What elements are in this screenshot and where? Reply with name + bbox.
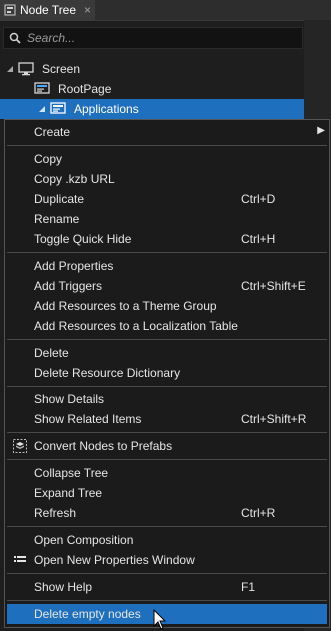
menu-item-label: Convert Nodes to Prefabs xyxy=(34,439,173,453)
submenu-arrow-icon: ▶ xyxy=(317,125,325,136)
menu-item-open-composition[interactable]: Open Composition xyxy=(5,530,329,550)
menu-item-label: Open Composition xyxy=(34,533,134,547)
menu-item-label: Rename xyxy=(34,212,80,226)
menu-item-label: Refresh xyxy=(34,506,77,520)
list-icon xyxy=(14,556,26,562)
menu-item-show-related-items[interactable]: Show Related Items Ctrl+Shift+R xyxy=(5,409,329,429)
search-icon xyxy=(9,32,21,44)
panel-tab-bar: Node Tree × xyxy=(0,0,331,21)
menu-separator xyxy=(7,386,327,387)
menu-item-label: Delete xyxy=(34,346,69,360)
menu-item-label: Add Resources to a Theme Group xyxy=(34,299,217,313)
menu-item-shortcut: Ctrl+Shift+E xyxy=(241,279,306,293)
menu-item-label: Expand Tree xyxy=(34,486,103,500)
menu-item-add-resources-theme[interactable]: Add Resources to a Theme Group xyxy=(5,296,329,316)
menu-item-label: Delete Resource Dictionary xyxy=(34,366,181,380)
menu-item-copy[interactable]: Copy xyxy=(5,149,329,169)
menu-item-toggle-quick-hide[interactable]: Toggle Quick Hide Ctrl+H xyxy=(5,229,329,249)
menu-item-label: Show Related Items xyxy=(34,412,142,426)
menu-item-add-triggers[interactable]: Add Triggers Ctrl+Shift+E xyxy=(5,276,329,296)
menu-item-refresh[interactable]: Refresh Ctrl+R xyxy=(5,503,329,523)
menu-item-expand-tree[interactable]: Expand Tree xyxy=(5,483,329,503)
menu-item-label: Add Properties xyxy=(34,259,114,273)
tree-node-applications[interactable]: Applications xyxy=(38,99,139,119)
page-icon xyxy=(34,82,50,94)
menu-item-shortcut: Ctrl+Shift+R xyxy=(241,412,307,426)
menu-separator xyxy=(7,459,327,460)
tree-node-label: Screen xyxy=(42,62,81,76)
menu-item-shortcut: Ctrl+R xyxy=(241,506,276,520)
menu-item-label: Add Triggers xyxy=(34,279,103,293)
menu-item-label: Toggle Quick Hide xyxy=(34,232,132,246)
menu-item-label: Duplicate xyxy=(34,192,85,206)
node-tree-icon xyxy=(4,4,16,16)
menu-item-shortcut: F1 xyxy=(241,580,256,594)
prefab-icon xyxy=(13,439,27,453)
menu-separator xyxy=(7,600,327,601)
menu-item-delete-empty-nodes[interactable]: Delete empty nodes xyxy=(7,604,327,624)
tree-node-screen[interactable]: Screen xyxy=(6,59,80,79)
tree-node-label: RootPage xyxy=(58,82,112,96)
menu-item-label: Add Resources to a Localization Table xyxy=(34,319,238,333)
menu-item-create[interactable]: Create ▶ xyxy=(5,122,329,142)
menu-item-label: Collapse Tree xyxy=(34,466,109,480)
tree-node-rootpage[interactable]: RootPage xyxy=(22,79,111,99)
menu-separator xyxy=(7,339,327,340)
menu-item-label: Open New Properties Window xyxy=(34,553,195,567)
mouse-cursor-icon xyxy=(153,609,167,630)
search-input[interactable] xyxy=(27,31,287,45)
menu-separator xyxy=(7,573,327,574)
menu-item-label: Show Help xyxy=(34,580,93,594)
menu-item-show-help[interactable]: Show Help F1 xyxy=(5,577,329,597)
menu-item-duplicate[interactable]: Duplicate Ctrl+D xyxy=(5,189,329,209)
menu-separator xyxy=(7,432,327,433)
tree-node-label: Applications xyxy=(74,102,139,116)
menu-item-label: Copy .kzb URL xyxy=(34,172,115,186)
menu-item-label: Show Details xyxy=(34,392,105,406)
screen-icon xyxy=(18,62,34,76)
tab-label: Node Tree xyxy=(20,3,77,17)
menu-item-copy-kzb-url[interactable]: Copy .kzb URL xyxy=(5,169,329,189)
context-menu: Create ▶ Copy Copy .kzb URL Duplicate Ct… xyxy=(4,119,330,628)
menu-item-delete-resource-dictionary[interactable]: Delete Resource Dictionary xyxy=(5,363,329,383)
menu-item-collapse-tree[interactable]: Collapse Tree xyxy=(5,463,329,483)
page-icon xyxy=(50,102,66,114)
expanded-arrow-icon[interactable] xyxy=(6,65,14,73)
menu-item-rename[interactable]: Rename xyxy=(5,209,329,229)
menu-separator xyxy=(7,145,327,146)
menu-item-shortcut: Ctrl+H xyxy=(241,232,276,246)
expanded-arrow-icon[interactable] xyxy=(38,105,46,113)
menu-item-label: Copy xyxy=(34,152,63,166)
menu-item-show-details[interactable]: Show Details xyxy=(5,389,329,409)
close-icon[interactable]: × xyxy=(84,3,91,17)
menu-item-add-resources-localization[interactable]: Add Resources to a Localization Table xyxy=(5,316,329,336)
menu-item-delete[interactable]: Delete xyxy=(5,343,329,363)
search-box[interactable] xyxy=(3,27,303,49)
menu-item-shortcut: Ctrl+D xyxy=(241,192,276,206)
menu-item-convert-to-prefabs[interactable]: Convert Nodes to Prefabs xyxy=(5,436,329,456)
menu-separator xyxy=(7,252,327,253)
menu-item-open-properties-window[interactable]: Open New Properties Window xyxy=(5,550,329,570)
tab-node-tree[interactable]: Node Tree × xyxy=(0,0,95,20)
menu-separator xyxy=(7,526,327,527)
menu-item-label: Create xyxy=(34,125,71,139)
menu-item-add-properties[interactable]: Add Properties xyxy=(5,256,329,276)
menu-item-label: Delete empty nodes xyxy=(34,607,141,621)
